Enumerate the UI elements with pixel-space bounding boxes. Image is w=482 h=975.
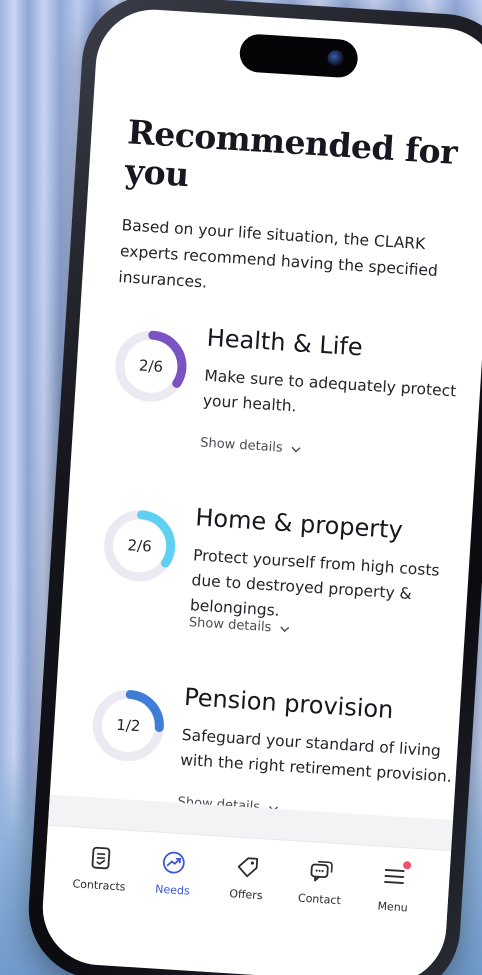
tab-label: Contact (297, 891, 342, 908)
tag-icon (237, 857, 259, 878)
chevron-down-icon (279, 625, 289, 632)
tab-label: Contracts (72, 877, 126, 894)
tab-contracts[interactable]: Contracts (63, 843, 135, 940)
menu-icon-wrap (381, 861, 412, 894)
tab-offers[interactable]: Offers (210, 852, 282, 949)
tab-menu[interactable]: Menu (357, 861, 429, 958)
progress-ring: 1/2 (88, 685, 169, 766)
need-title: Health & Life (205, 323, 364, 362)
progress-ring: 2/6 (99, 506, 180, 587)
need-text: Home & property Protect yourself from hi… (189, 503, 476, 635)
progress-label: 2/6 (138, 356, 164, 376)
progress-ring: 2/6 (111, 326, 192, 407)
needs-icon (163, 851, 186, 874)
page-subtitle: Based on your life situation, the CLARK … (117, 216, 439, 292)
need-card-home-property[interactable]: 2/6 Home & property Protect yourself fro… (95, 498, 448, 669)
progress-label: 2/6 (127, 536, 153, 556)
tab-needs[interactable]: Needs (136, 848, 208, 945)
phone-frame: Recommended for you Based on your life s… (24, 0, 482, 975)
page-title: Recommended for you (123, 112, 459, 195)
camera-icon (327, 49, 345, 67)
show-details-button[interactable]: Show details (200, 435, 301, 456)
need-text: Health & Life Make sure to adequately pr… (202, 324, 482, 431)
recommendations-content: Recommended for you Based on your life s… (84, 112, 472, 848)
phone-screen: Recommended for you Based on your life s… (39, 6, 482, 975)
contracts-icon (91, 846, 111, 870)
show-details-label: Show details (199, 435, 284, 456)
chat-icon (310, 860, 333, 882)
dynamic-island (238, 33, 359, 79)
tab-label: Needs (154, 882, 191, 898)
need-title: Home & property (194, 503, 404, 545)
need-text: Pension provision Safeguard your standar… (179, 683, 464, 790)
need-description: Make sure to adequately protect your hea… (202, 366, 457, 416)
tab-contact[interactable]: Contact (283, 857, 355, 954)
notification-dot (403, 861, 412, 870)
chevron-down-icon (291, 446, 301, 452)
tab-label: Offers (228, 887, 263, 903)
need-title: Pension provision (183, 682, 395, 725)
progress-label: 1/2 (115, 715, 141, 736)
need-card-health-life[interactable]: 2/6 Health & Life Make sure to adequatel… (106, 318, 459, 489)
need-description: Safeguard your standard of living with t… (179, 725, 453, 786)
tab-label: Menu (377, 899, 409, 915)
